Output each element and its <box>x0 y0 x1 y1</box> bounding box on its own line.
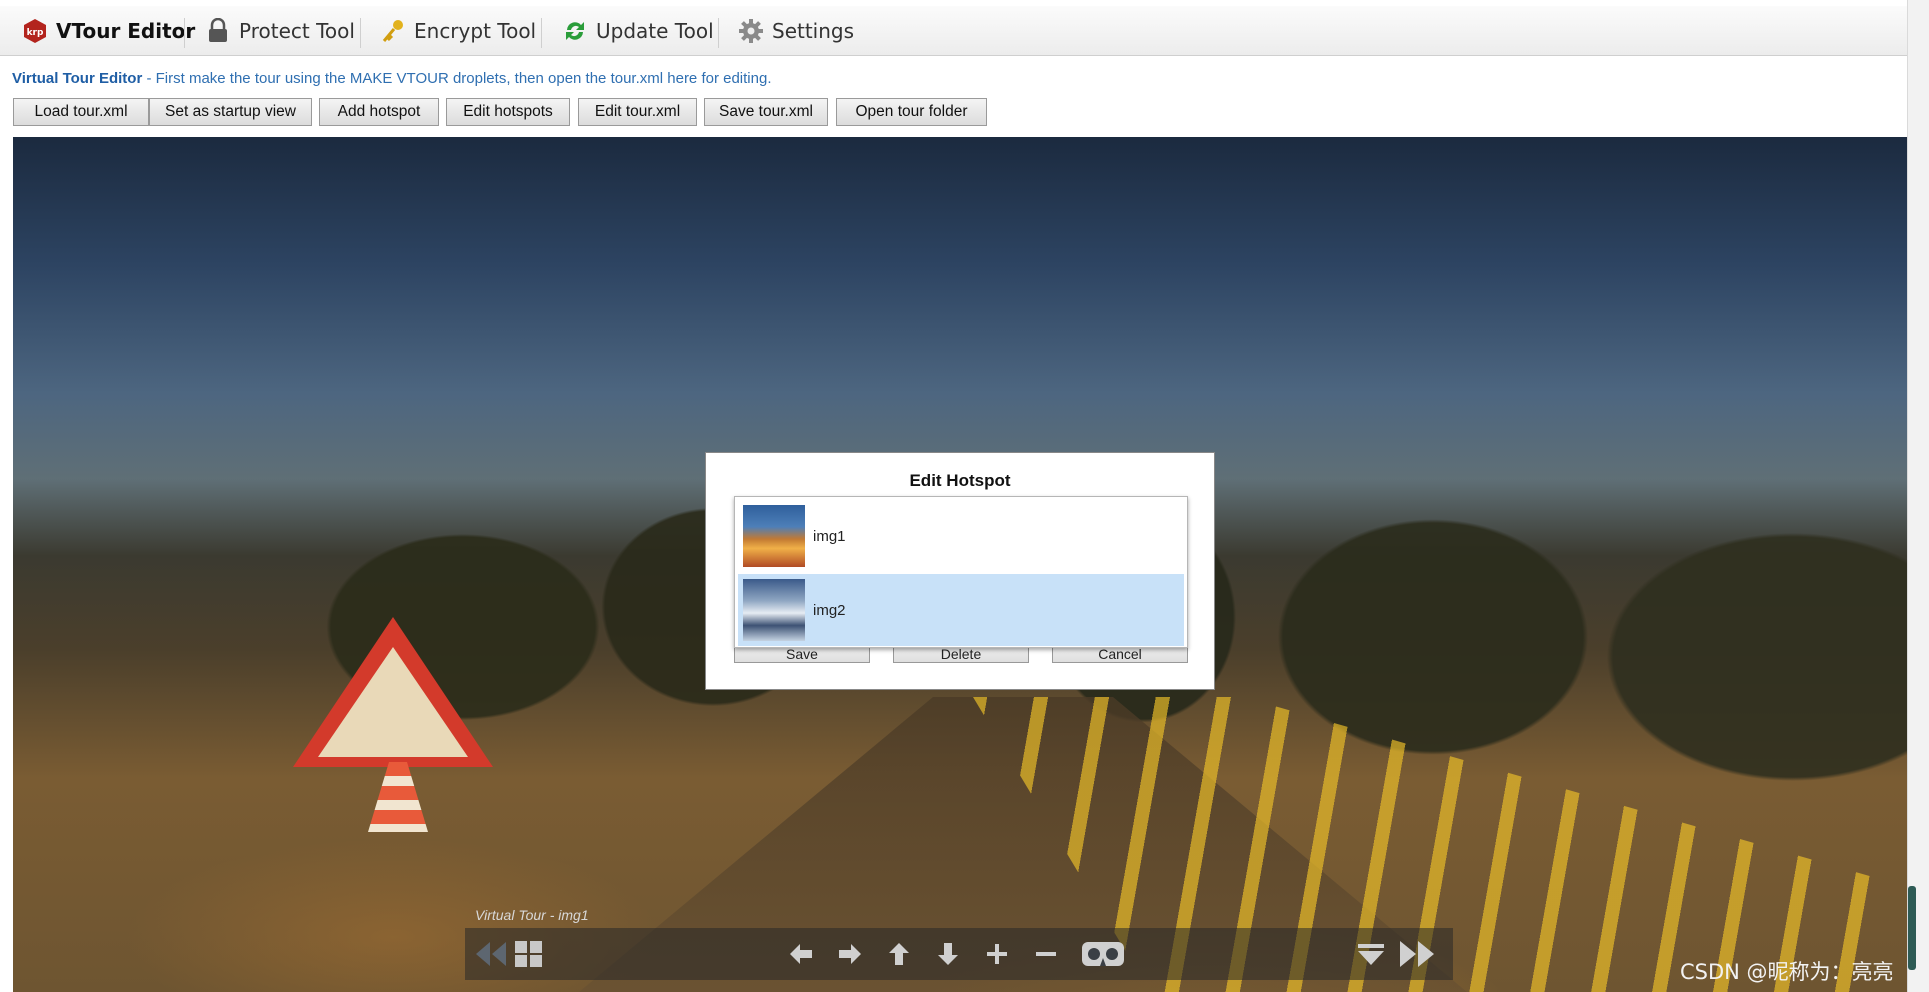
arrow-right-icon[interactable] <box>832 936 868 972</box>
load-tour-xml-button[interactable]: Load tour.xml <box>13 98 149 126</box>
tab-label: VTour Editor <box>56 19 196 43</box>
tab-protect-tool[interactable]: Protect Tool <box>205 15 355 47</box>
scene-option-label: img1 <box>813 527 846 545</box>
zoom-out-icon[interactable] <box>1028 936 1064 972</box>
scene-option-label: img2 <box>813 601 846 619</box>
refresh-icon <box>562 18 588 44</box>
edit-hotspots-button[interactable]: Edit hotspots <box>446 98 570 126</box>
edit-tour-xml-button[interactable]: Edit tour.xml <box>578 98 697 126</box>
scene-thumbnail <box>743 579 805 641</box>
svg-text:krp: krp <box>27 28 44 38</box>
dialog-title: Edit Hotspot <box>909 471 1011 490</box>
road-sign-inner <box>318 647 468 757</box>
next-scene-icon[interactable] <box>1395 936 1439 972</box>
divider <box>360 18 361 48</box>
scene-thumbnail <box>743 505 805 567</box>
viewer-control-bar <box>465 928 1453 980</box>
tab-encrypt-tool[interactable]: Encrypt Tool <box>380 15 536 47</box>
tab-vtour-editor[interactable]: krp VTour Editor <box>22 15 195 47</box>
gear-icon <box>738 18 764 44</box>
tab-label: Protect Tool <box>239 19 355 43</box>
arrow-left-icon[interactable] <box>783 936 819 972</box>
vr-goggles-icon[interactable] <box>1079 936 1127 972</box>
divider <box>541 18 542 48</box>
tab-label: Update Tool <box>596 19 714 43</box>
add-hotspot-button[interactable]: Add hotspot <box>319 98 439 126</box>
arrow-up-icon[interactable] <box>881 936 917 972</box>
tab-label: Encrypt Tool <box>414 19 537 43</box>
save-tour-xml-button[interactable]: Save tour.xml <box>704 98 828 126</box>
divider <box>184 18 185 48</box>
thumbnails-icon[interactable] <box>511 936 547 972</box>
tab-update-tool[interactable]: Update Tool <box>562 15 714 47</box>
description-title: Virtual Tour Editor <box>12 70 143 87</box>
app-toolbar: krp VTour Editor Protect Tool Encrypt To… <box>0 0 1917 56</box>
description-text: - First make the tour using the MAKE VTO… <box>142 70 772 87</box>
key-icon <box>380 18 406 44</box>
scene-option-img2[interactable]: img2 <box>738 574 1184 646</box>
lock-icon <box>205 18 231 44</box>
window-scrollbar[interactable] <box>1907 0 1929 992</box>
editor-description: Virtual Tour Editor - First make the tou… <box>12 70 771 87</box>
zoom-in-icon[interactable] <box>979 936 1015 972</box>
open-tour-folder-button[interactable]: Open tour folder <box>836 98 987 126</box>
edit-hotspot-dialog: Edit Hotspot img1 img2 Save Delete Cance… <box>705 452 1215 690</box>
watermark-text: CSDN @昵称为：亮亮 <box>1680 960 1894 984</box>
tab-label: Settings <box>772 19 855 43</box>
scene-option-img1[interactable]: img1 <box>738 500 1184 572</box>
scrollbar-thumb[interactable] <box>1908 886 1916 970</box>
set-startup-view-button[interactable]: Set as startup view <box>149 98 312 126</box>
vtour-logo-icon: krp <box>22 18 48 44</box>
hide-controls-icon[interactable] <box>1353 936 1389 972</box>
divider <box>718 18 719 48</box>
scene-dropdown-list[interactable]: img1 img2 <box>734 496 1188 648</box>
viewer-scene-label: Virtual Tour - img1 <box>475 907 589 923</box>
prev-scene-icon[interactable] <box>473 936 509 972</box>
tab-settings[interactable]: Settings <box>738 15 854 47</box>
arrow-down-icon[interactable] <box>930 936 966 972</box>
